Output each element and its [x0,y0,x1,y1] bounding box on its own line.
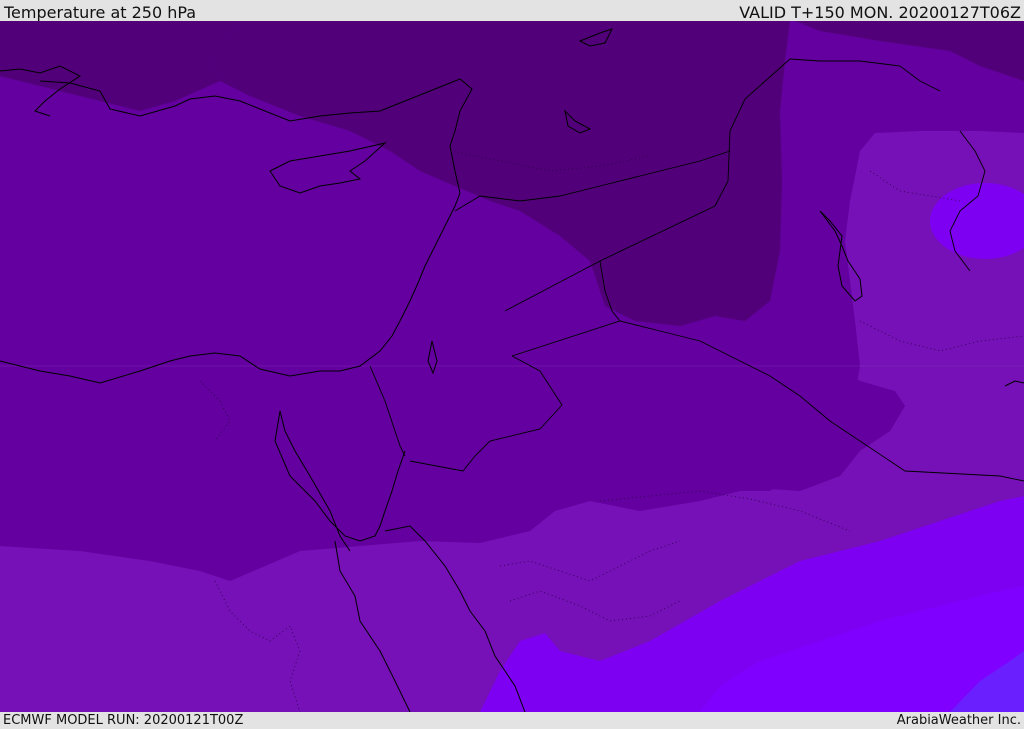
model-run-label: ECMWF MODEL RUN: 20200121T00Z [3,713,244,728]
map-title: Temperature at 250 hPa [4,3,197,22]
credit-label: ArabiaWeather Inc. [896,713,1021,728]
temperature-map-svg [0,21,1024,712]
weather-map-frame: Temperature at 250 hPa VALID T+150 MON. … [0,0,1024,729]
map-canvas [0,21,1024,712]
footer-bar: ECMWF MODEL RUN: 20200121T00Z ArabiaWeat… [0,712,1024,729]
header-bar: Temperature at 250 hPa VALID T+150 MON. … [0,0,1024,22]
valid-time-label: VALID T+150 MON. 20200127T06Z [739,3,1021,22]
